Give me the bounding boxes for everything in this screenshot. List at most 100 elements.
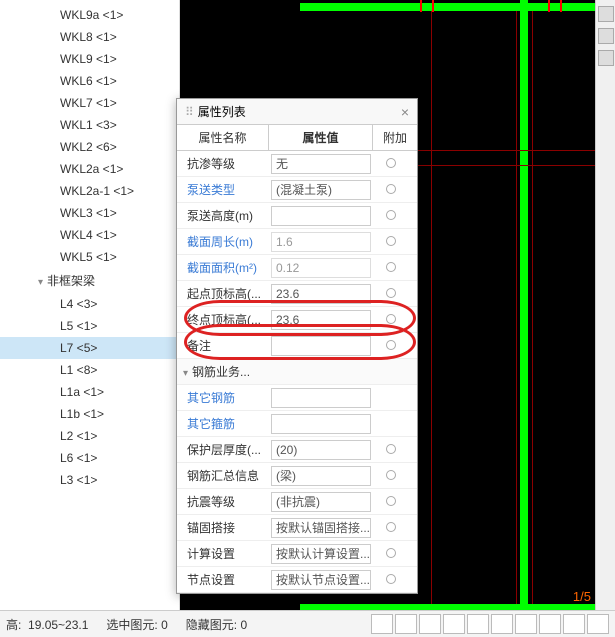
status-icon[interactable]	[539, 614, 561, 634]
tree-item[interactable]: L4 <3>	[0, 293, 179, 315]
prop-row: 其它钢筋	[177, 385, 417, 411]
prop-value-input[interactable]: (梁)	[271, 466, 371, 486]
prop-name: 钢筋汇总信息	[177, 467, 269, 484]
panel-title-text: 属性列表	[198, 99, 246, 125]
prop-extra-radio[interactable]	[371, 261, 411, 275]
prop-name: 备注	[177, 337, 269, 354]
prop-extra-radio[interactable]	[371, 209, 411, 223]
tree-item[interactable]: WKL7 <1>	[0, 92, 179, 114]
header-name: 属性名称	[177, 125, 269, 150]
prop-extra-radio[interactable]	[371, 547, 411, 561]
prop-extra-radio[interactable]	[371, 573, 411, 587]
tree-item[interactable]: L1a <1>	[0, 381, 179, 403]
tree-item[interactable]: L1 <8>	[0, 359, 179, 381]
tree-item[interactable]: WKL1 <3>	[0, 114, 179, 136]
tree-item[interactable]: L6 <1>	[0, 447, 179, 469]
prop-name: 其它钢筋	[177, 389, 269, 406]
tree-item[interactable]: L7 <5>	[0, 337, 179, 359]
tree-item[interactable]: L1b <1>	[0, 403, 179, 425]
prop-name: 抗渗等级	[177, 155, 269, 172]
prop-extra-radio[interactable]	[371, 157, 411, 171]
prop-name: 起点顶标高(...	[177, 285, 269, 302]
tree-item[interactable]: WKL3 <1>	[0, 202, 179, 224]
prop-extra-radio[interactable]	[371, 183, 411, 197]
prop-extra-radio[interactable]	[371, 521, 411, 535]
status-icon[interactable]	[515, 614, 537, 634]
prop-value-input[interactable]: 1.6	[271, 232, 371, 252]
prop-row: 节点设置按默认节点设置...	[177, 567, 417, 593]
prop-row: 备注	[177, 333, 417, 359]
prop-value-input[interactable]: 0.12	[271, 258, 371, 278]
status-icon[interactable]	[491, 614, 513, 634]
prop-name: 计算设置	[177, 545, 269, 562]
prop-row: 终点顶标高(...23.6	[177, 307, 417, 333]
prop-extra-radio[interactable]	[371, 339, 411, 353]
prop-value-input[interactable]	[271, 206, 371, 226]
close-icon[interactable]: ×	[401, 99, 409, 125]
prop-value-input[interactable]	[271, 414, 371, 434]
prop-value-input[interactable]	[271, 388, 371, 408]
prop-value-input[interactable]: 按默认节点设置...	[271, 570, 371, 590]
prop-value-input[interactable]	[271, 336, 371, 356]
prop-value-input[interactable]: 按默认计算设置...	[271, 544, 371, 564]
tree-group-nonframe[interactable]: 非框架梁	[0, 268, 179, 293]
prop-row: 截面面积(m²)0.12	[177, 255, 417, 281]
status-icon[interactable]	[563, 614, 585, 634]
prop-name: 泵送高度(m)	[177, 207, 269, 224]
tree-item[interactable]: WKL2a <1>	[0, 158, 179, 180]
tree-item[interactable]: WKL2a-1 <1>	[0, 180, 179, 202]
status-icon[interactable]	[467, 614, 489, 634]
prop-extra-radio[interactable]	[371, 287, 411, 301]
prop-name: 节点设置	[177, 571, 269, 588]
scale-label: 1/5	[573, 589, 591, 604]
prop-row: 抗震等级(非抗震)	[177, 489, 417, 515]
status-icon[interactable]	[587, 614, 609, 634]
prop-row: 截面周长(m)1.6	[177, 229, 417, 255]
status-icon[interactable]	[395, 614, 417, 634]
property-header: 属性名称 属性值 附加	[177, 125, 417, 151]
prop-group-rebar[interactable]: 钢筋业务...	[177, 359, 417, 385]
prop-extra-radio[interactable]	[371, 443, 411, 457]
prop-value-input[interactable]: 按默认锚固搭接...	[271, 518, 371, 538]
prop-name: 保护层厚度(...	[177, 441, 269, 458]
tree-item[interactable]: L2 <1>	[0, 425, 179, 447]
tree-item[interactable]: WKL5 <1>	[0, 246, 179, 268]
status-hidden: 隐藏图元: 0	[186, 616, 247, 633]
tool-icon-3[interactable]	[598, 50, 614, 66]
prop-row: 保护层厚度(...(20)	[177, 437, 417, 463]
prop-row: 其它箍筋	[177, 411, 417, 437]
tree-item[interactable]: L5 <1>	[0, 315, 179, 337]
prop-value-input[interactable]: 23.6	[271, 284, 371, 304]
prop-extra-radio[interactable]	[371, 235, 411, 249]
prop-extra-radio[interactable]	[371, 469, 411, 483]
tree-item[interactable]: WKL4 <1>	[0, 224, 179, 246]
prop-value-input[interactable]: (20)	[271, 440, 371, 460]
prop-name: 其它箍筋	[177, 415, 269, 432]
prop-value-input[interactable]: 23.6	[271, 310, 371, 330]
prop-name: 锚固搭接	[177, 519, 269, 536]
property-panel-title[interactable]: ⠿ 属性列表 ×	[177, 99, 417, 125]
tree-item[interactable]: WKL8 <1>	[0, 26, 179, 48]
prop-name: 抗震等级	[177, 493, 269, 510]
status-icon[interactable]	[371, 614, 393, 634]
tree-item[interactable]: WKL6 <1>	[0, 70, 179, 92]
tree-item[interactable]: WKL2 <6>	[0, 136, 179, 158]
prop-row: 起点顶标高(...23.6	[177, 281, 417, 307]
prop-extra-radio[interactable]	[371, 495, 411, 509]
prop-row: 抗渗等级无	[177, 151, 417, 177]
status-icon[interactable]	[419, 614, 441, 634]
prop-row: 泵送高度(m)	[177, 203, 417, 229]
prop-value-input[interactable]: 无	[271, 154, 371, 174]
tree-item[interactable]: WKL9 <1>	[0, 48, 179, 70]
prop-extra-radio[interactable]	[371, 313, 411, 327]
prop-name: 截面面积(m²)	[177, 259, 269, 276]
prop-value-input[interactable]: (混凝土泵)	[271, 180, 371, 200]
prop-value-input[interactable]: (非抗震)	[271, 492, 371, 512]
tree-item[interactable]: L3 <1>	[0, 469, 179, 491]
grip-icon: ⠿	[185, 99, 192, 125]
tool-icon-2[interactable]	[598, 28, 614, 44]
prop-name: 截面周长(m)	[177, 233, 269, 250]
tree-item[interactable]: WKL9a <1>	[0, 4, 179, 26]
tool-icon-1[interactable]	[598, 6, 614, 22]
status-icon[interactable]	[443, 614, 465, 634]
